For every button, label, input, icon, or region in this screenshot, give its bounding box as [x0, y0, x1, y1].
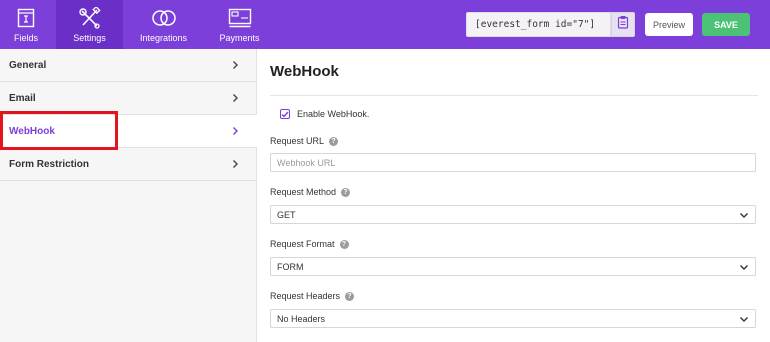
sidebar-item-label: Email: [9, 92, 36, 104]
help-icon[interactable]: ?: [341, 187, 351, 197]
request-method-select[interactable]: GET: [270, 205, 756, 224]
request-method-label-text: Request Method: [270, 187, 337, 197]
chevron-right-icon: [232, 159, 239, 172]
checkmark-icon: [281, 111, 289, 118]
tab-fields[interactable]: Fields: [0, 0, 52, 49]
enable-webhook-checkbox[interactable]: [280, 109, 290, 119]
sidebar-item-general[interactable]: General: [0, 49, 257, 82]
integrations-rings-icon: [151, 7, 177, 29]
request-method-label: Request Method ?: [270, 187, 351, 197]
tab-payments-label: Payments: [219, 33, 260, 43]
chevron-down-icon: [739, 263, 749, 273]
tab-settings-label: Settings: [73, 33, 106, 43]
clipboard-icon: [617, 15, 629, 34]
settings-sidebar: General Email WebHook Form Restriction: [0, 49, 257, 342]
copy-shortcode-button[interactable]: [611, 12, 635, 37]
request-format-label-text: Request Format: [270, 239, 335, 249]
shortcode-field[interactable]: [everest_form id="7"]: [466, 12, 611, 37]
preview-button[interactable]: Preview: [645, 13, 693, 36]
webhook-settings-panel: WebHook Enable WebHook. Request URL ? We…: [258, 49, 770, 342]
chevron-right-icon: [232, 60, 239, 73]
request-headers-label: Request Headers ?: [270, 291, 355, 301]
request-method-value: GET: [277, 209, 296, 220]
payments-card-icon: [227, 7, 253, 29]
help-icon[interactable]: ?: [339, 239, 349, 249]
page-title: WebHook: [270, 63, 339, 80]
chevron-right-icon: [232, 93, 239, 106]
sidebar-item-email[interactable]: Email: [0, 82, 257, 115]
request-url-label-text: Request URL: [270, 136, 325, 146]
tab-payments[interactable]: Payments: [206, 0, 273, 49]
builder-topbar: Fields Settings Integrations Payments [e…: [0, 0, 770, 49]
tab-fields-label: Fields: [13, 33, 38, 43]
request-format-select[interactable]: FORM: [270, 257, 756, 276]
help-icon[interactable]: ?: [329, 136, 339, 146]
chevron-down-icon: [739, 211, 749, 221]
chevron-right-icon: [232, 126, 239, 139]
help-icon[interactable]: ?: [345, 291, 355, 301]
request-url-label: Request URL ?: [270, 136, 339, 146]
title-divider: [270, 95, 758, 96]
sidebar-item-label: WebHook: [9, 125, 55, 137]
request-headers-select[interactable]: No Headers: [270, 309, 756, 328]
request-headers-label-text: Request Headers: [270, 291, 341, 301]
request-format-value: FORM: [277, 261, 304, 272]
request-url-input[interactable]: Webhook URL: [270, 153, 756, 172]
tab-integrations-label: Integrations: [139, 33, 188, 43]
sidebar-item-label: Form Restriction: [9, 158, 90, 170]
request-url-placeholder: Webhook URL: [277, 157, 336, 168]
save-button[interactable]: SAVE: [702, 13, 750, 36]
sidebar-item-webhook[interactable]: WebHook: [0, 115, 257, 148]
sidebar-item-form-restriction[interactable]: Form Restriction: [0, 148, 257, 181]
request-headers-value: No Headers: [277, 313, 326, 324]
fields-icon: [13, 7, 39, 29]
tab-settings[interactable]: Settings: [56, 0, 123, 49]
settings-tools-icon: [77, 7, 103, 29]
tab-integrations[interactable]: Integrations: [130, 0, 197, 49]
chevron-down-icon: [739, 315, 749, 325]
sidebar-item-label: General: [9, 59, 47, 71]
enable-webhook-label: Enable WebHook.: [297, 109, 370, 119]
request-format-label: Request Format ?: [270, 239, 349, 249]
